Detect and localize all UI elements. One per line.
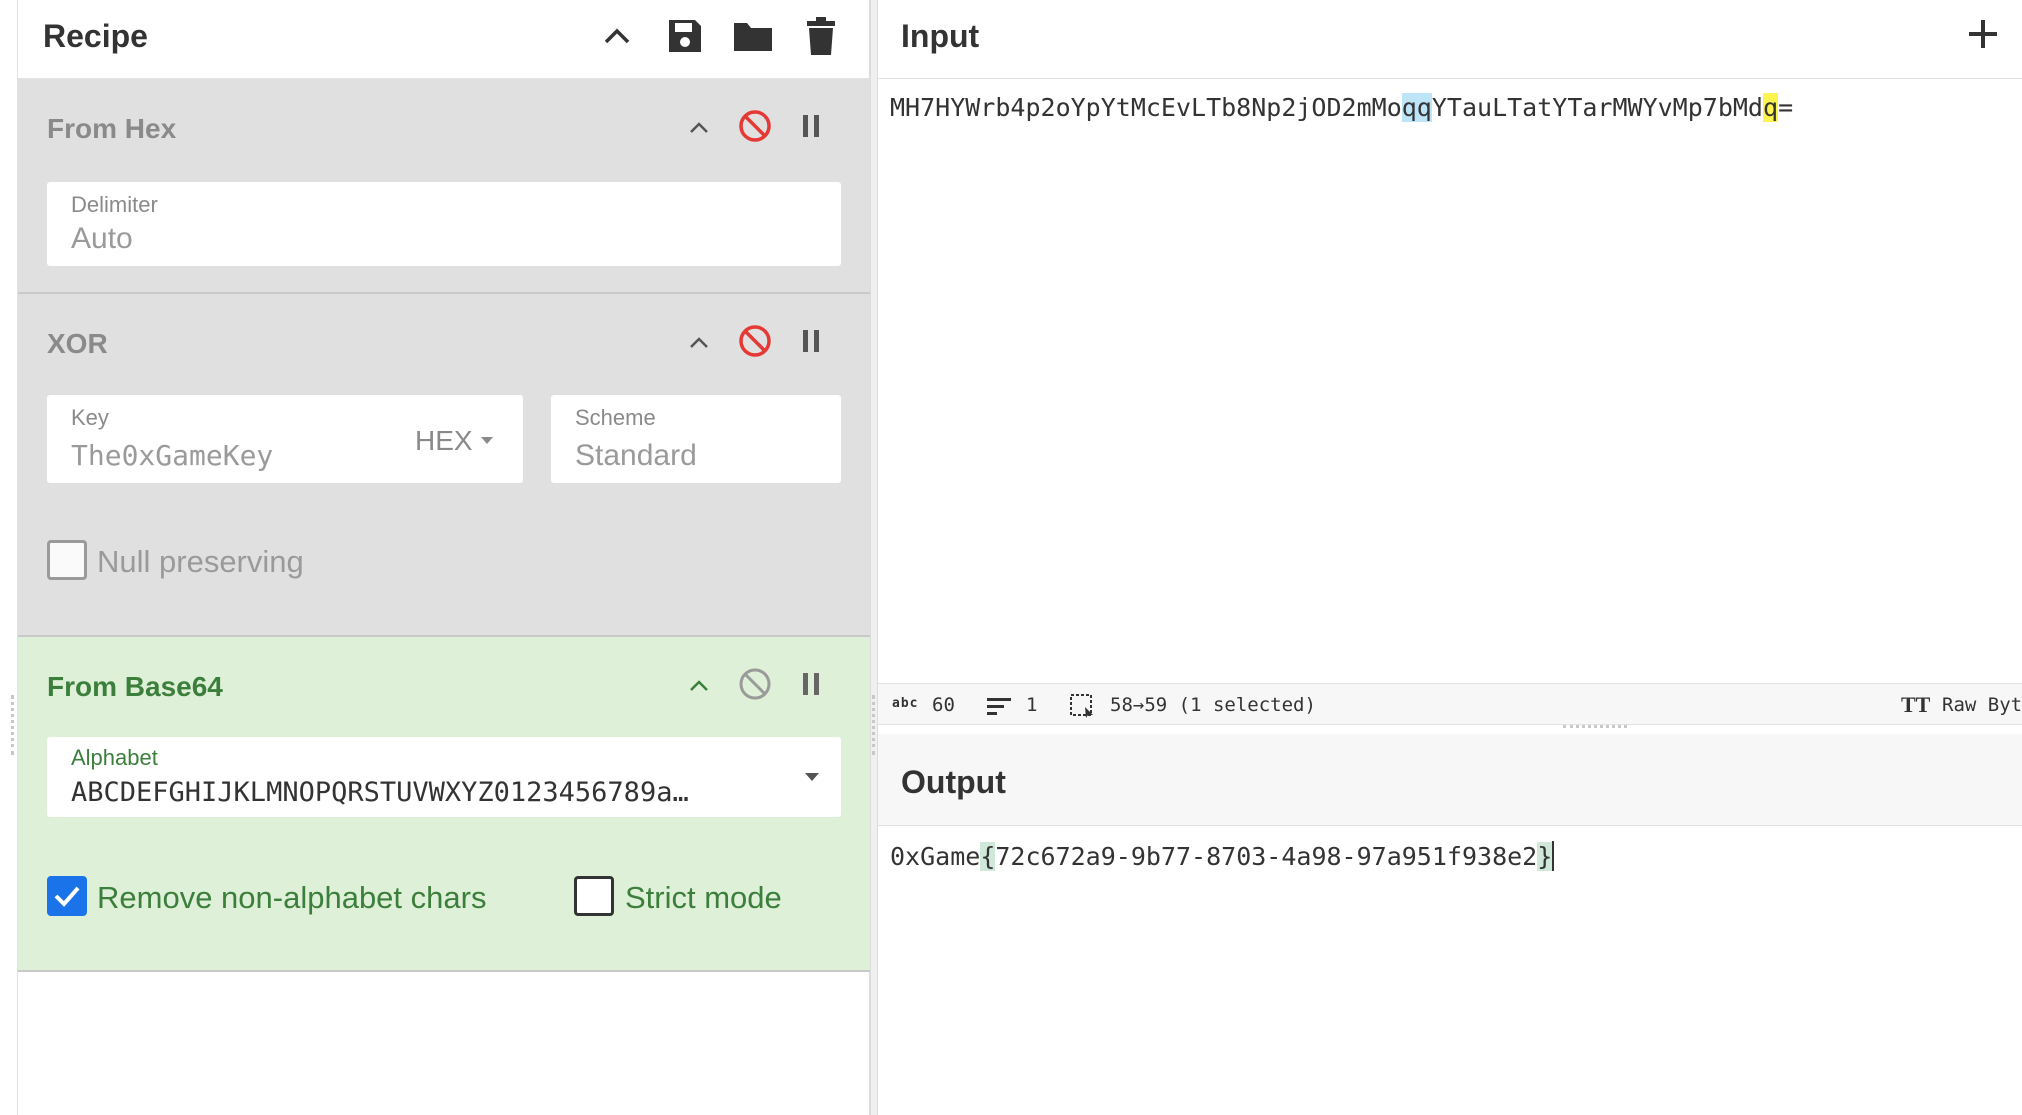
input-text-selection: q [1763, 93, 1779, 122]
lines-icon [987, 698, 1011, 715]
minimise-operation-button[interactable] [679, 323, 719, 363]
operation-from-base64[interactable]: From Base64 Alphabet ABCDEFGHIJKLMNOPQRS… [18, 637, 870, 972]
null-preserving-label: Null preserving [97, 544, 304, 579]
input-title: Input [901, 18, 980, 54]
disable-icon [739, 668, 771, 700]
delimiter-field[interactable]: Delimiter Auto [47, 182, 841, 266]
disable-icon [739, 325, 771, 357]
left-gutter [0, 0, 18, 1115]
operation-title: From Hex [47, 113, 177, 144]
input-text-segment: MH7HYWrb4p2oYpYtMcEvLTb8Np2jOD2mMo [890, 93, 1402, 122]
collapse-all-button[interactable] [592, 12, 642, 60]
operation-xor[interactable]: XOR Key The0xGameKey HEX Scheme Standard… [18, 294, 870, 637]
chevron-up-icon [604, 28, 630, 44]
pause-icon [803, 115, 819, 137]
save-recipe-button[interactable] [660, 12, 710, 60]
key-format-dropdown[interactable]: HEX [415, 425, 494, 457]
load-recipe-button[interactable] [728, 12, 778, 60]
input-status-bar: abc 60 1 58→59 (1 selected) TT Raw Byt [878, 683, 2022, 725]
add-input-tab-button[interactable] [1961, 12, 2005, 56]
font-icon: TT [1901, 692, 1931, 717]
input-text-area[interactable]: MH7HYWrb4p2oYpYtMcEvLTb8Np2jOD2mMoqqYTau… [890, 93, 1793, 122]
recipe-header: Recipe [18, 0, 870, 79]
input-text-segment: YTauLTatYTarMWYvMp7bMd [1431, 93, 1763, 122]
input-lines: 1 [1026, 694, 1038, 716]
pause-icon [803, 330, 819, 352]
delimiter-value: Auto [71, 222, 133, 255]
minimise-operation-button[interactable] [679, 108, 719, 148]
io-panel: Input MH7HYWrb4p2oYpYtMcEvLTb8Np2jOD2mMo… [878, 0, 2022, 1115]
scheme-value: Standard [575, 439, 697, 472]
alphabet-field[interactable]: Alphabet ABCDEFGHIJKLMNOPQRSTUVWXYZ01234… [47, 737, 841, 817]
output-text-area[interactable]: 0xGame{72c672a9-9b77-8703-4a98-97a951f93… [890, 841, 1555, 871]
disable-icon [739, 110, 771, 142]
input-text-highlight-match: qq [1401, 93, 1432, 122]
gutter-drag-handle[interactable] [11, 695, 14, 755]
chevron-up-icon [690, 122, 708, 133]
caret-down-icon [481, 437, 494, 444]
output-text-segment: 0xGame [890, 842, 981, 871]
pane-divider[interactable] [870, 0, 878, 1115]
remove-non-alphabet-checkbox[interactable] [47, 876, 87, 916]
operation-title: XOR [47, 328, 108, 359]
length-icon: abc [892, 696, 919, 711]
null-preserving-checkbox[interactable] [47, 540, 87, 580]
breakpoint-button[interactable] [791, 106, 831, 146]
clear-recipe-button[interactable] [796, 12, 846, 60]
text-cursor [1552, 841, 1555, 871]
input-header: Input [878, 0, 2022, 79]
breakpoint-button[interactable] [791, 664, 831, 704]
output-title: Output [901, 764, 1006, 800]
scheme-label: Scheme [575, 405, 656, 430]
strict-mode-checkbox[interactable] [574, 876, 614, 916]
cyberchef-app: Recipe From Hex Delimiter Auto XOR Key T… [0, 0, 2022, 1115]
checkmark-icon [54, 886, 80, 907]
remove-non-alphabet-label: Remove non-alphabet chars [97, 880, 487, 915]
selection-icon [1070, 694, 1093, 718]
disable-operation-button[interactable] [735, 664, 775, 704]
disable-operation-button[interactable] [735, 321, 775, 361]
input-text-segment: = [1778, 93, 1794, 122]
save-icon [669, 20, 701, 52]
input-selection: 58→59 (1 selected) [1110, 694, 1316, 716]
key-format-label: HEX [415, 425, 473, 456]
alphabet-value: ABCDEFGHIJKLMNOPQRSTUVWXYZ0123456789a… [71, 777, 689, 808]
strict-mode-label: Strict mode [625, 880, 782, 915]
pane-drag-handle[interactable] [872, 695, 875, 755]
key-label: Key [71, 405, 109, 430]
operation-title: From Base64 [47, 671, 223, 702]
pause-icon [803, 673, 819, 695]
input-length: 60 [932, 694, 955, 716]
plus-icon [1969, 20, 1997, 48]
chevron-up-icon [690, 337, 708, 348]
disable-operation-button[interactable] [735, 106, 775, 146]
output-header: Output [878, 734, 2022, 826]
caret-down-icon[interactable] [804, 772, 820, 782]
output-text-segment: 72c672a9-9b77-8703-4a98-97a951f938e2 [995, 842, 1538, 871]
raw-bytes-toggle[interactable]: Raw Byt [1942, 694, 2022, 716]
operation-from-hex[interactable]: From Hex Delimiter Auto [18, 79, 870, 294]
scheme-field[interactable]: Scheme Standard [551, 395, 841, 483]
delimiter-label: Delimiter [71, 192, 158, 217]
recipe-title: Recipe [43, 18, 148, 54]
key-value: The0xGameKey [71, 439, 274, 472]
recipe-panel: Recipe From Hex Delimiter Auto XOR Key T… [18, 0, 870, 1115]
io-resize-handle[interactable] [1563, 725, 1627, 733]
trash-icon [807, 17, 835, 55]
output-text-brace-match: } [1537, 842, 1553, 871]
alphabet-label: Alphabet [71, 745, 158, 770]
folder-icon [734, 23, 772, 51]
key-field[interactable]: Key The0xGameKey HEX [47, 395, 523, 483]
breakpoint-button[interactable] [791, 321, 831, 361]
chevron-up-icon [690, 680, 708, 691]
output-text-brace-match: { [980, 842, 996, 871]
minimise-operation-button[interactable] [679, 666, 719, 706]
